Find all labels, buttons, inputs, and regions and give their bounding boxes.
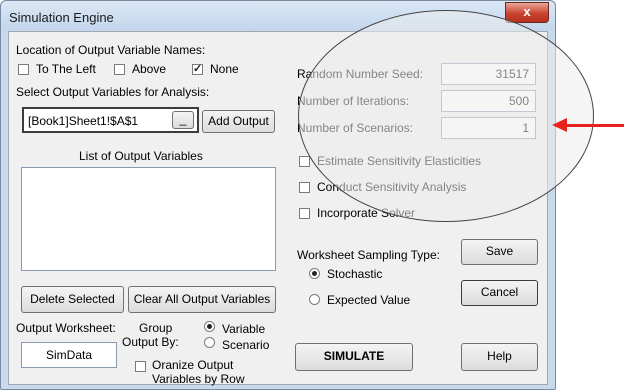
output-variables-listbox[interactable] [21,167,276,271]
iterations-label: Number of Iterations: [297,94,410,108]
sampling-label: Worksheet Sampling Type: [297,248,440,262]
elasticities-checkbox[interactable] [299,156,310,167]
organize-rows-checkbox[interactable] [135,361,146,372]
output-list-label: List of Output Variables [79,149,203,163]
range-collapse-button[interactable]: _ [172,111,194,129]
stochastic-radio[interactable] [309,268,320,279]
help-button[interactable]: Help [461,343,538,371]
expected-value-radio[interactable] [309,294,320,305]
to-the-left-checkbox[interactable] [18,64,29,75]
output-range-input[interactable]: [Book1]Sheet1!$A$1 _ [22,107,199,133]
red-arrow-line [566,124,624,127]
title-bar: Simulation Engine x [1,1,555,31]
sensitivity-checkbox[interactable] [299,182,310,193]
sensitivity-label: Conduct Sensitivity Analysis [317,180,467,194]
simulate-button[interactable]: SIMULATE [295,343,413,371]
location-label: Location of Output Variable Names: [16,43,206,57]
cancel-button[interactable]: Cancel [461,280,538,306]
group-scenario-label: Scenario [222,338,270,352]
dialog-window: Simulation Engine x Location of Output V… [0,0,556,390]
window-title: Simulation Engine [9,10,114,25]
select-output-label: Select Output Variables for Analysis: [16,85,210,99]
output-range-value: [Book1]Sheet1!$A$1 [28,114,139,128]
add-output-button[interactable]: Add Output [202,110,275,133]
organize-line1: Oranize Output [152,358,234,372]
output-worksheet-label: Output Worksheet: [16,321,116,335]
to-the-left-label: To The Left [36,62,96,76]
above-checkbox[interactable] [114,64,125,75]
seed-input[interactable]: 31517 [441,63,536,85]
group-variable-label: Variable [222,322,266,336]
group-variable-radio[interactable] [204,321,215,332]
above-label: Above [132,62,167,76]
solver-label: Incorporate Solver [317,206,416,220]
iterations-input[interactable]: 500 [441,90,536,112]
output-worksheet-input[interactable]: SimData [21,342,117,368]
stochastic-label: Stochastic [327,267,383,281]
none-label: None [210,62,239,76]
group-label-line1: Group [139,321,173,335]
close-button[interactable]: x [505,2,549,23]
save-button[interactable]: Save [461,239,538,265]
clear-all-button[interactable]: Clear All Output Variables [128,286,276,313]
solver-checkbox[interactable] [299,208,310,219]
group-scenario-radio[interactable] [204,337,215,348]
group-label-line2: Output By: [122,335,179,349]
organize-line2: Variables by Row [152,372,245,386]
delete-selected-button[interactable]: Delete Selected [21,286,124,313]
dialog-body: Location of Output Variable Names: To Th… [8,31,548,386]
elasticities-label: Estimate Sensitivity Elasticities [317,154,482,168]
none-checkbox[interactable] [192,62,203,75]
seed-label: Random Number Seed: [297,67,424,81]
expected-value-label: Expected Value [327,293,411,307]
scenarios-input[interactable]: 1 [441,117,536,139]
scenarios-label: Number of Scenarios: [297,121,414,135]
red-arrow-head [552,118,567,132]
